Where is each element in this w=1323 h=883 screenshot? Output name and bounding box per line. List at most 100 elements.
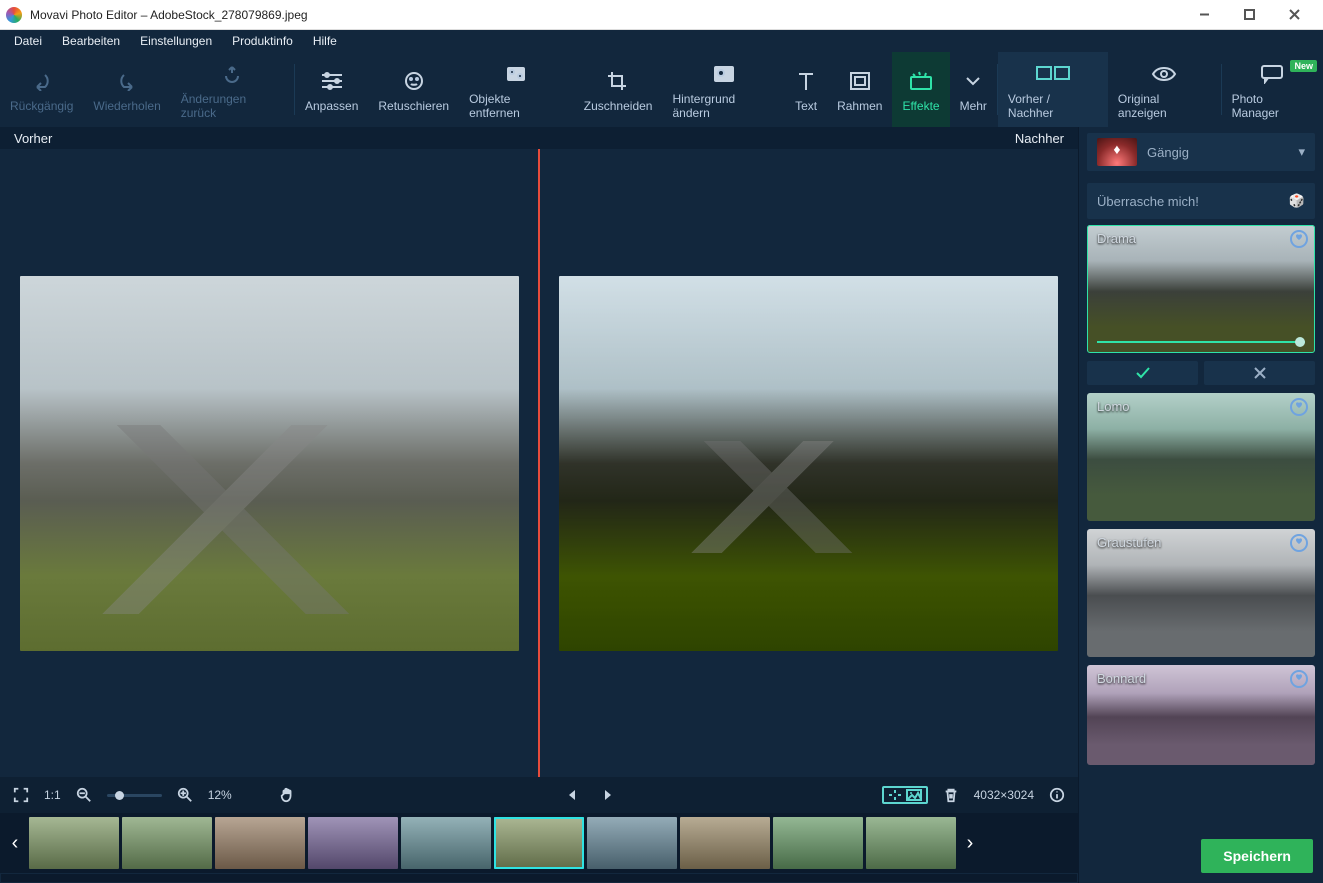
canvas-wrap: Vorher Nachher 1:1 12% xyxy=(0,127,1078,883)
filmstrip-thumb[interactable] xyxy=(401,817,491,869)
effect-name: Bonnard xyxy=(1097,671,1146,686)
favorite-icon[interactable] xyxy=(1289,397,1309,422)
effect-drama[interactable]: Drama xyxy=(1087,225,1315,353)
background-icon xyxy=(711,60,737,88)
minimize-button[interactable] xyxy=(1182,1,1227,29)
menu-product[interactable]: Produktinfo xyxy=(224,32,301,50)
new-badge: New xyxy=(1290,60,1317,72)
favorite-icon[interactable] xyxy=(1289,669,1309,694)
hand-tool-button[interactable] xyxy=(276,784,298,806)
filmstrip-thumb[interactable] xyxy=(587,817,677,869)
filmstrip-thumb[interactable] xyxy=(773,817,863,869)
filmstrip-next[interactable]: › xyxy=(959,813,981,873)
effect-lomo[interactable]: Lomo xyxy=(1087,393,1315,521)
compare-icon xyxy=(1036,60,1070,88)
redo-button[interactable]: Wiederholen xyxy=(83,52,170,127)
effects-button[interactable]: Effekte xyxy=(892,52,949,127)
chat-icon xyxy=(1260,60,1284,88)
remove-objects-button[interactable]: Objekte entfernen xyxy=(459,52,574,127)
face-icon xyxy=(402,67,426,95)
filmstrip-thumb[interactable] xyxy=(308,817,398,869)
filmstrip-thumb[interactable] xyxy=(215,817,305,869)
photo-manager-button[interactable]: New Photo Manager xyxy=(1222,52,1323,127)
filmstrip-thumb[interactable] xyxy=(494,817,584,869)
cancel-effect-button[interactable] xyxy=(1204,361,1315,385)
crop-button[interactable]: Zuschneiden xyxy=(574,52,663,127)
sliders-icon xyxy=(319,67,345,95)
menu-help[interactable]: Hilfe xyxy=(305,32,345,50)
workspace: Vorher Nachher 1:1 12% xyxy=(0,127,1323,883)
filmstrip-thumb[interactable] xyxy=(29,817,119,869)
eye-icon xyxy=(1151,60,1177,88)
close-button[interactable] xyxy=(1272,1,1317,29)
filmstrip-thumb[interactable] xyxy=(866,817,956,869)
category-label: Gängig xyxy=(1147,145,1189,160)
prev-image-button[interactable] xyxy=(560,783,584,807)
effects-list: Drama Lomo Graustufen Bonnard xyxy=(1079,225,1323,829)
effect-actions xyxy=(1087,361,1315,385)
zoom-percent: 12% xyxy=(208,788,232,802)
revert-button[interactable]: Änderungen zurück xyxy=(171,52,294,127)
filmstrip-prev[interactable]: ‹ xyxy=(4,813,26,873)
chevron-down-icon xyxy=(964,67,982,95)
one-to-one-button[interactable]: 1:1 xyxy=(44,788,61,802)
favorite-icon[interactable] xyxy=(1289,229,1309,254)
show-original-button[interactable]: Original anzeigen xyxy=(1108,52,1221,127)
image-size-button[interactable] xyxy=(882,786,928,804)
effect-intensity-slider[interactable] xyxy=(1097,341,1305,343)
save-button[interactable]: Speichern xyxy=(1201,839,1313,873)
undo-button[interactable]: Rückgängig xyxy=(0,52,83,127)
effect-category-select[interactable]: Gängig ▾ xyxy=(1087,133,1315,171)
filmstrip-thumb[interactable] xyxy=(122,817,212,869)
retouch-button[interactable]: Retuschieren xyxy=(368,52,459,127)
canvas[interactable] xyxy=(0,149,1078,777)
category-icon xyxy=(1097,138,1137,166)
menu-settings[interactable]: Einstellungen xyxy=(132,32,220,50)
before-after-button[interactable]: Vorher / Nachher xyxy=(998,52,1108,127)
effect-gray[interactable]: Graustufen xyxy=(1087,529,1315,657)
compare-divider[interactable] xyxy=(538,149,540,777)
frames-button[interactable]: Rahmen xyxy=(827,52,892,127)
effect-name: Graustufen xyxy=(1097,535,1161,550)
frame-icon xyxy=(848,67,872,95)
effect-bonn[interactable]: Bonnard xyxy=(1087,665,1315,765)
before-image xyxy=(20,276,519,651)
crop-icon xyxy=(606,67,630,95)
menu-file[interactable]: Datei xyxy=(6,32,50,50)
delete-button[interactable] xyxy=(940,784,962,806)
window-title: Movavi Photo Editor – AdobeStock_2780798… xyxy=(30,8,1182,22)
after-label: Nachher xyxy=(1015,131,1064,146)
zoom-in-button[interactable] xyxy=(174,784,196,806)
bottom-bar: 1:1 12% 4032×3024 xyxy=(0,777,1078,813)
effects-panel: Gängig ▾ Überrasche mich! 🎲 Drama Lomo Gra… xyxy=(1078,127,1323,883)
next-image-button[interactable] xyxy=(596,783,620,807)
compare-header: Vorher Nachher xyxy=(0,127,1078,149)
resize-icon xyxy=(888,789,902,801)
text-button[interactable]: Text xyxy=(785,52,827,127)
menu-edit[interactable]: Bearbeiten xyxy=(54,32,128,50)
adjust-button[interactable]: Anpassen xyxy=(295,52,368,127)
chevron-down-icon: ▾ xyxy=(1298,144,1305,160)
titlebar: Movavi Photo Editor – AdobeStock_2780798… xyxy=(0,0,1323,30)
horizontal-scrollbar[interactable] xyxy=(0,873,1078,883)
maximize-button[interactable] xyxy=(1227,1,1272,29)
change-bg-button[interactable]: Hintergrund ändern xyxy=(662,52,785,127)
zoom-out-button[interactable] xyxy=(73,784,95,806)
app-icon xyxy=(6,7,22,23)
apply-effect-button[interactable] xyxy=(1087,361,1198,385)
image-dimensions: 4032×3024 xyxy=(974,788,1034,802)
filmstrip: ‹ › xyxy=(0,813,1078,873)
undo-icon xyxy=(30,67,54,95)
before-label: Vorher xyxy=(14,131,52,146)
main-toolbar: Rückgängig Wiederholen Änderungen zurück… xyxy=(0,52,1323,127)
favorite-icon[interactable] xyxy=(1289,533,1309,558)
info-button[interactable] xyxy=(1046,784,1068,806)
surprise-me-button[interactable]: Überrasche mich! 🎲 xyxy=(1087,183,1315,219)
more-button[interactable]: Mehr xyxy=(950,52,997,127)
dice-icon: 🎲 xyxy=(1289,193,1305,209)
filmstrip-thumb[interactable] xyxy=(680,817,770,869)
zoom-slider[interactable] xyxy=(107,794,162,797)
image-icon xyxy=(906,789,922,801)
effect-name: Lomo xyxy=(1097,399,1130,414)
fit-screen-button[interactable] xyxy=(10,784,32,806)
